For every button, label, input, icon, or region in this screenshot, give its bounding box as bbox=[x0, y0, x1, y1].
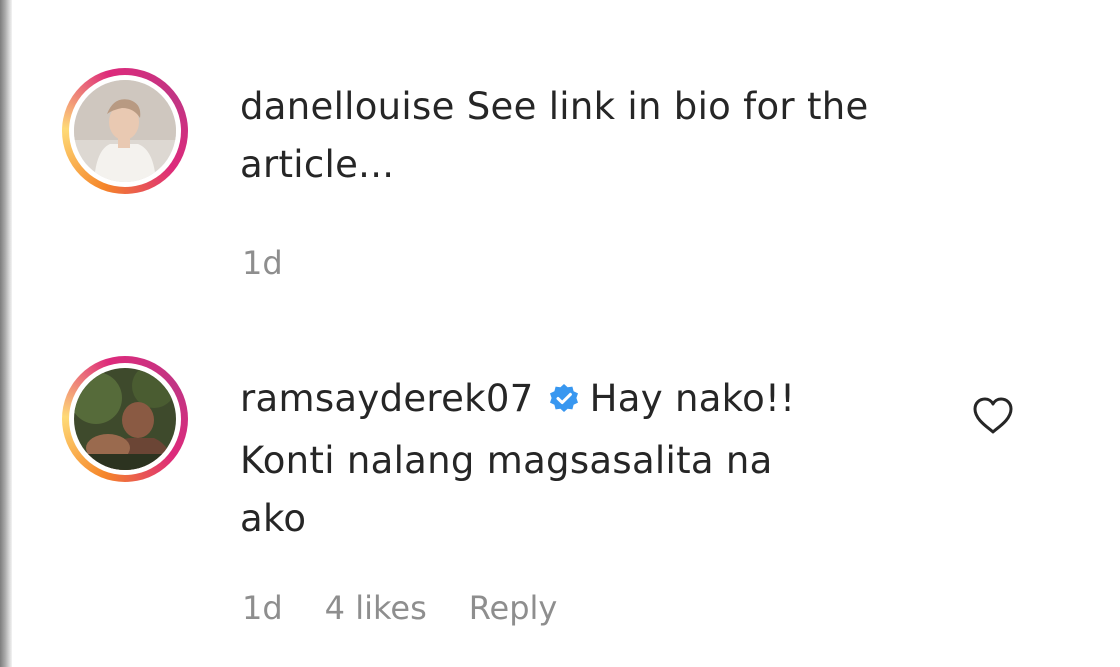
avatar-story-ring[interactable] bbox=[62, 356, 188, 482]
comment-meta: 1d bbox=[242, 244, 283, 282]
comment-text-continued: Konti nalang magsasalita na bbox=[240, 439, 773, 482]
comment-text-continued: article... bbox=[240, 143, 395, 186]
comment-body: ramsayderek07 Hay nako!! Konti nalang mag… bbox=[240, 370, 795, 548]
verified-badge-icon bbox=[548, 374, 580, 432]
avatar-story-ring[interactable] bbox=[62, 68, 188, 194]
window-edge bbox=[0, 0, 12, 667]
comments-panel: danellouise See link in bio for the arti… bbox=[0, 0, 1120, 667]
comment-text: See link in bio for the bbox=[466, 85, 869, 128]
comment-timestamp[interactable]: 1d bbox=[242, 589, 283, 627]
comment-username[interactable]: ramsayderek07 bbox=[240, 377, 534, 420]
heart-icon[interactable] bbox=[971, 396, 1015, 440]
reply-button[interactable]: Reply bbox=[469, 589, 558, 627]
comment-username[interactable]: danellouise bbox=[240, 85, 455, 128]
comment-body: danellouise See link in bio for the arti… bbox=[240, 78, 869, 194]
avatar bbox=[74, 368, 176, 470]
comment-meta: 1d 4 likes Reply bbox=[242, 589, 557, 627]
comment-text-continued: ako bbox=[240, 497, 307, 540]
avatar bbox=[74, 80, 176, 182]
comment-timestamp[interactable]: 1d bbox=[242, 244, 283, 282]
comment-text: Hay nako!! bbox=[589, 377, 796, 420]
likes-count[interactable]: 4 likes bbox=[325, 589, 427, 627]
